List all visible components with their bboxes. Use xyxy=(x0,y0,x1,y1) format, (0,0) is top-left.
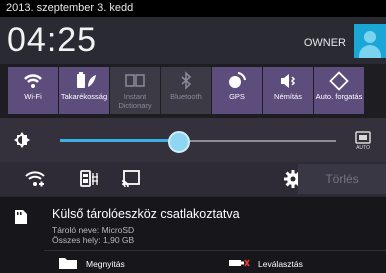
sim-settings-icon[interactable] xyxy=(78,169,100,189)
tile-dictionary[interactable]: Instant Dictionary xyxy=(110,67,160,114)
notification-title: Külső tárolóeszköz csatlakoztatva xyxy=(52,207,240,221)
tile-wifi[interactable]: Wi-Fi xyxy=(8,67,58,114)
gps-icon xyxy=(229,72,246,88)
clock: 04:25 xyxy=(7,21,98,59)
tool-row: Törlés xyxy=(0,162,386,196)
user-avatar[interactable] xyxy=(354,24,386,58)
tile-bluetooth-label: Bluetooth xyxy=(170,92,202,101)
tile-vibrate[interactable]: Némítás xyxy=(263,67,313,114)
auto-label: AUTO xyxy=(356,145,370,151)
tile-auto-rotate-label: Auto. forgatás xyxy=(315,92,363,101)
tile-gps-label: GPS xyxy=(229,92,245,101)
tile-auto-rotate[interactable]: Auto. forgatás xyxy=(314,67,364,114)
dictionary-icon xyxy=(125,74,145,87)
wifi-settings-icon[interactable] xyxy=(24,169,46,189)
notification-divider xyxy=(44,250,386,251)
status-bar: 2013. szeptember 3. kedd xyxy=(0,0,386,17)
auto-brightness-button[interactable]: AUTO xyxy=(352,129,374,151)
screen-mirroring-icon[interactable] xyxy=(120,169,142,189)
avatar-body-icon xyxy=(359,45,381,58)
notification-storage[interactable]: Külső tárolóeszköz csatlakoztatva Tároló… xyxy=(0,196,386,273)
tile-vibrate-label: Némítás xyxy=(274,92,302,101)
vibrate-icon xyxy=(281,74,296,88)
status-date: 2013. szeptember 3. kedd xyxy=(6,2,134,14)
open-label: Megnyitás xyxy=(86,259,125,269)
tile-dictionary-label: Instant Dictionary xyxy=(118,92,152,110)
auto-rotate-icon xyxy=(329,71,349,91)
notification-storage-size: Összes hely: 1,90 GB xyxy=(52,235,135,245)
eject-plug-icon xyxy=(229,259,250,267)
tile-power-saving[interactable]: Takarékosság xyxy=(59,67,109,114)
notification-storage-name: Tároló neve: MicroSD xyxy=(52,225,135,235)
brightness-knob[interactable] xyxy=(168,131,190,153)
notification-header: 04:25 OWNER xyxy=(0,17,386,64)
avatar-head-icon xyxy=(364,31,376,43)
tile-bluetooth[interactable]: Bluetooth xyxy=(161,67,211,114)
wifi-icon xyxy=(24,74,42,88)
tile-wifi-label: Wi-Fi xyxy=(24,92,42,101)
user-name: OWNER xyxy=(303,37,346,49)
brightness-row: AUTO xyxy=(0,118,386,162)
tile-power-saving-label: Takarékosság xyxy=(60,92,108,101)
folder-icon xyxy=(59,258,77,269)
clear-button[interactable]: Törlés xyxy=(298,164,386,194)
sd-card-icon xyxy=(15,210,27,224)
quick-settings: Wi-Fi Takarékosság Instant Dictionary Bl… xyxy=(0,64,386,118)
power-saving-icon xyxy=(77,72,96,88)
bluetooth-icon xyxy=(181,71,192,90)
brightness-fill xyxy=(60,139,179,142)
disconnect-label: Leválasztás xyxy=(258,259,303,269)
tile-gps[interactable]: GPS xyxy=(212,67,262,114)
brightness-icon xyxy=(14,132,30,148)
